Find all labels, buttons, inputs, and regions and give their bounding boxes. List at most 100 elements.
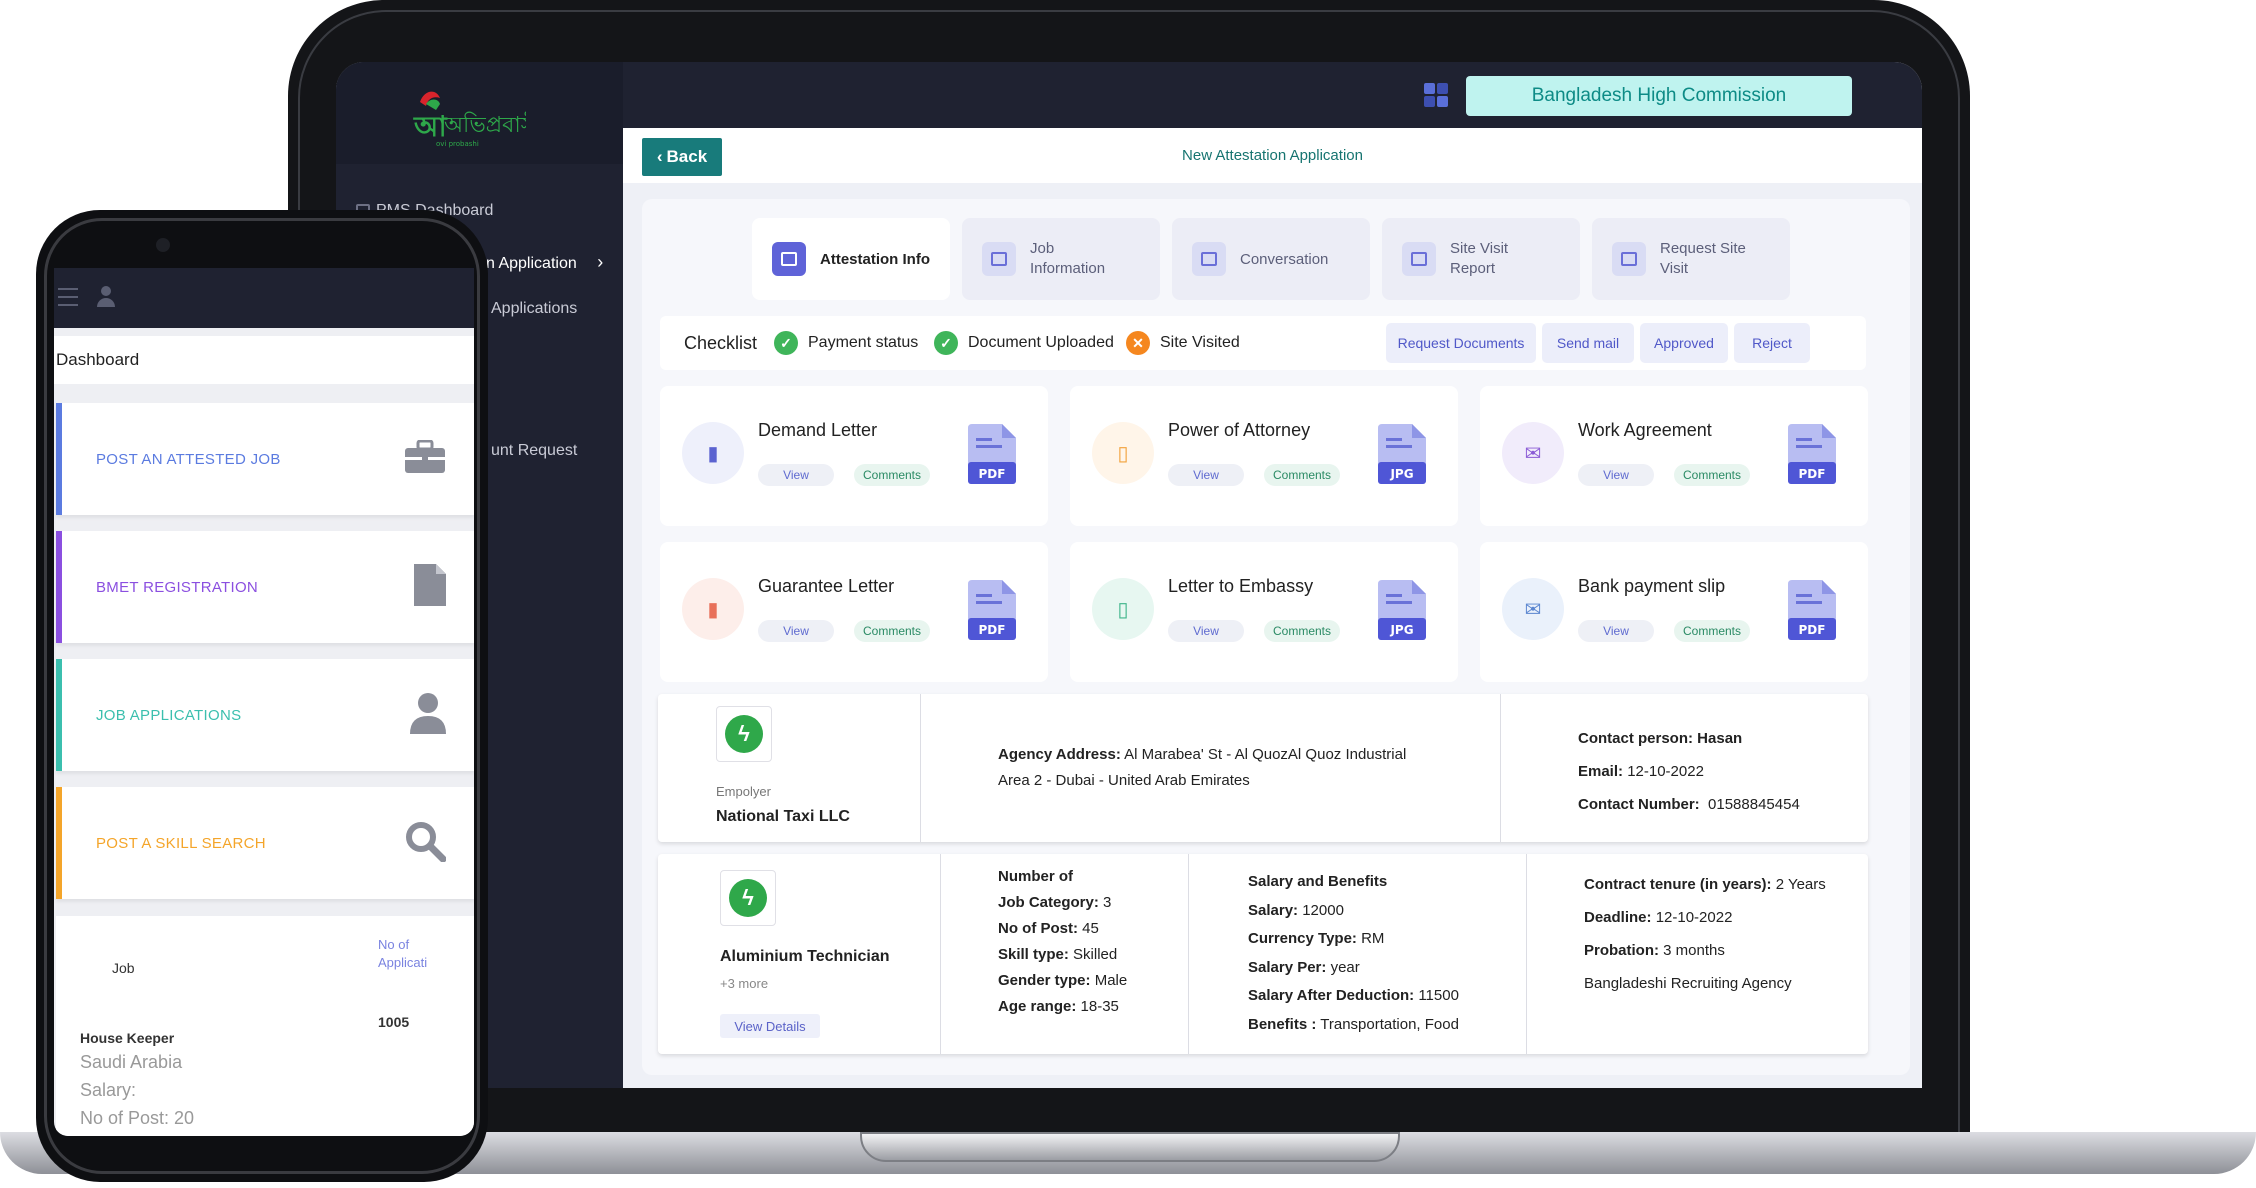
- view-button[interactable]: View: [1168, 620, 1244, 642]
- svg-text:PDF: PDF: [979, 467, 1006, 481]
- tab-attestation-info[interactable]: Attestation Info: [752, 218, 950, 300]
- tab-conversation[interactable]: Conversation: [1172, 218, 1370, 300]
- view-button[interactable]: View: [1578, 464, 1654, 486]
- comments-button[interactable]: Comments: [1674, 464, 1750, 486]
- tab-label: Request Site Visit: [1660, 240, 1746, 277]
- detail-value: RM: [1361, 930, 1385, 947]
- detail-line: Probation: 3 months: [1584, 934, 1826, 967]
- svg-text:PDF: PDF: [979, 623, 1006, 637]
- reject-button[interactable]: Reject: [1734, 323, 1810, 363]
- file-icon: ▯: [1092, 578, 1154, 640]
- mail-icon: ✉: [1502, 422, 1564, 484]
- job-details-column: Number of Job Category: 3 No of Post: 45 S…: [998, 864, 1127, 1020]
- tab-label: Site Visit Report: [1450, 240, 1509, 277]
- page-title: New Attestation Application: [1182, 147, 1363, 164]
- email-label: Email:: [1578, 763, 1624, 780]
- checklist-title: Checklist: [684, 333, 758, 353]
- detail-value: 3: [1103, 894, 1112, 911]
- document-title: Bank payment slip: [1578, 576, 1726, 596]
- detail-value: year: [1330, 958, 1360, 976]
- detail-label: Gender type:: [998, 972, 1091, 989]
- search-icon: [404, 820, 447, 867]
- view-button[interactable]: View: [758, 620, 834, 642]
- detail-label: Benefits :: [1248, 1015, 1317, 1033]
- sidebar-item-attestation-application[interactable]: n Application ›: [486, 252, 603, 273]
- tab-job-information[interactable]: Job Information: [962, 218, 1160, 300]
- checklist-item-site-visited: ✕ Site Visited: [1126, 331, 1240, 355]
- sidebar-item-account-request[interactable]: unt Request: [491, 442, 577, 460]
- contact-number-value: 01588845454: [1708, 796, 1800, 813]
- comments-button[interactable]: Comments: [854, 464, 930, 486]
- app-grid-icon[interactable]: [1424, 83, 1450, 109]
- detail-value: Bangladeshi Recruiting Agency: [1584, 975, 1792, 992]
- pdf-file-icon[interactable]: PDF: [968, 580, 1016, 640]
- tab-label: Job Information: [1030, 240, 1106, 277]
- request-documents-button[interactable]: Request Documents: [1386, 323, 1536, 363]
- divider: [920, 694, 921, 842]
- view-button[interactable]: View: [758, 464, 834, 486]
- pdf-file-icon[interactable]: PDF: [1788, 580, 1836, 640]
- document-card: ▮ Demand Letter View Comments PDF: [660, 386, 1048, 526]
- tab-request-site-visit[interactable]: Request Site Visit: [1592, 218, 1790, 300]
- dashboard-card[interactable]: POST AN ATTESTED JOB: [56, 403, 474, 515]
- approved-button[interactable]: Approved: [1640, 323, 1728, 363]
- detail-label: Skill type:: [998, 946, 1069, 963]
- dashboard-card[interactable]: JOB APPLICATIONS: [56, 659, 474, 771]
- divider: [1188, 854, 1189, 1054]
- pdf-file-icon[interactable]: PDF: [968, 424, 1016, 484]
- detail-label: No of Post:: [998, 920, 1078, 937]
- app-logo[interactable]: আ অভিপ্রবাসী ovi probashi: [406, 80, 542, 150]
- organization-badge[interactable]: Bangladesh High Commission: [1466, 76, 1852, 116]
- detail-line: Skill type: Skilled: [998, 942, 1127, 968]
- jpg-file-icon[interactable]: JPG: [1378, 580, 1426, 640]
- bolt-icon: ϟ: [725, 715, 763, 753]
- detail-line: Gender type: Male: [998, 968, 1127, 994]
- detail-line: Number of: [998, 864, 1127, 890]
- view-button[interactable]: View: [1168, 464, 1244, 486]
- pdf-file-icon[interactable]: PDF: [1788, 424, 1836, 484]
- comments-button[interactable]: Comments: [1264, 620, 1340, 642]
- comments-button[interactable]: Comments: [1674, 620, 1750, 642]
- svg-text:PDF: PDF: [1799, 623, 1826, 637]
- chevron-right-icon: ›: [597, 252, 604, 272]
- bolt-icon: ϟ: [729, 879, 767, 917]
- table-row-job[interactable]: House Keeper: [80, 1030, 174, 1046]
- checklist-item-label: Document Uploaded: [968, 334, 1114, 351]
- cross-icon: ✕: [1126, 331, 1150, 355]
- detail-line: Age range: 18-35: [998, 994, 1127, 1020]
- tab-site-visit-report[interactable]: Site Visit Report: [1382, 218, 1580, 300]
- menu-icon[interactable]: [58, 288, 78, 306]
- back-button[interactable]: ‹ Back: [642, 138, 722, 176]
- detail-value: 18-35: [1080, 998, 1119, 1015]
- detail-value: 12-10-2022: [1655, 909, 1733, 926]
- phone-top-bar: [54, 268, 474, 328]
- table-row-salary: Salary:: [80, 1080, 137, 1100]
- dashboard-card[interactable]: BMET REGISTRATION: [56, 531, 474, 643]
- view-button[interactable]: View: [1578, 620, 1654, 642]
- dashboard-card[interactable]: POST A SKILL SEARCH: [56, 787, 474, 899]
- jpg-file-icon[interactable]: JPG: [1378, 424, 1426, 484]
- phone-camera: [156, 238, 170, 252]
- phone-page-title: Dashboard: [54, 336, 474, 384]
- svg-text:JPG: JPG: [1389, 623, 1413, 637]
- comments-button[interactable]: Comments: [854, 620, 930, 642]
- request-icon: [1612, 242, 1646, 276]
- document-card: ▮ Guarantee Letter View Comments PDF: [660, 542, 1048, 682]
- contact-number-label: Contact Number:: [1578, 796, 1700, 813]
- send-mail-button[interactable]: Send mail: [1542, 323, 1634, 363]
- phone-job-table: Job No of Applicati House Keeper 1005 Sa…: [56, 916, 474, 1136]
- briefcase-icon: [404, 439, 446, 479]
- svg-text:ovi probashi: ovi probashi: [436, 140, 479, 148]
- address-line: Al Marabea' St - Al QuozAl Quoz Industri…: [1124, 746, 1407, 763]
- conversation-icon: [1192, 242, 1226, 276]
- table-row-posts: No of Post: 20: [80, 1108, 195, 1128]
- sidebar-item-applications[interactable]: Applications: [491, 300, 577, 318]
- avatar-icon[interactable]: [96, 286, 116, 308]
- comments-button[interactable]: Comments: [1264, 464, 1340, 486]
- view-details-button[interactable]: View Details: [720, 1014, 820, 1038]
- employer-name: National Taxi LLC: [716, 808, 850, 825]
- detail-label: Salary After Deduction:: [1248, 987, 1415, 1004]
- document-icon: [414, 563, 446, 611]
- detail-line: Currency Type: RM: [1248, 925, 1459, 954]
- address-label: Agency Address:: [998, 746, 1121, 763]
